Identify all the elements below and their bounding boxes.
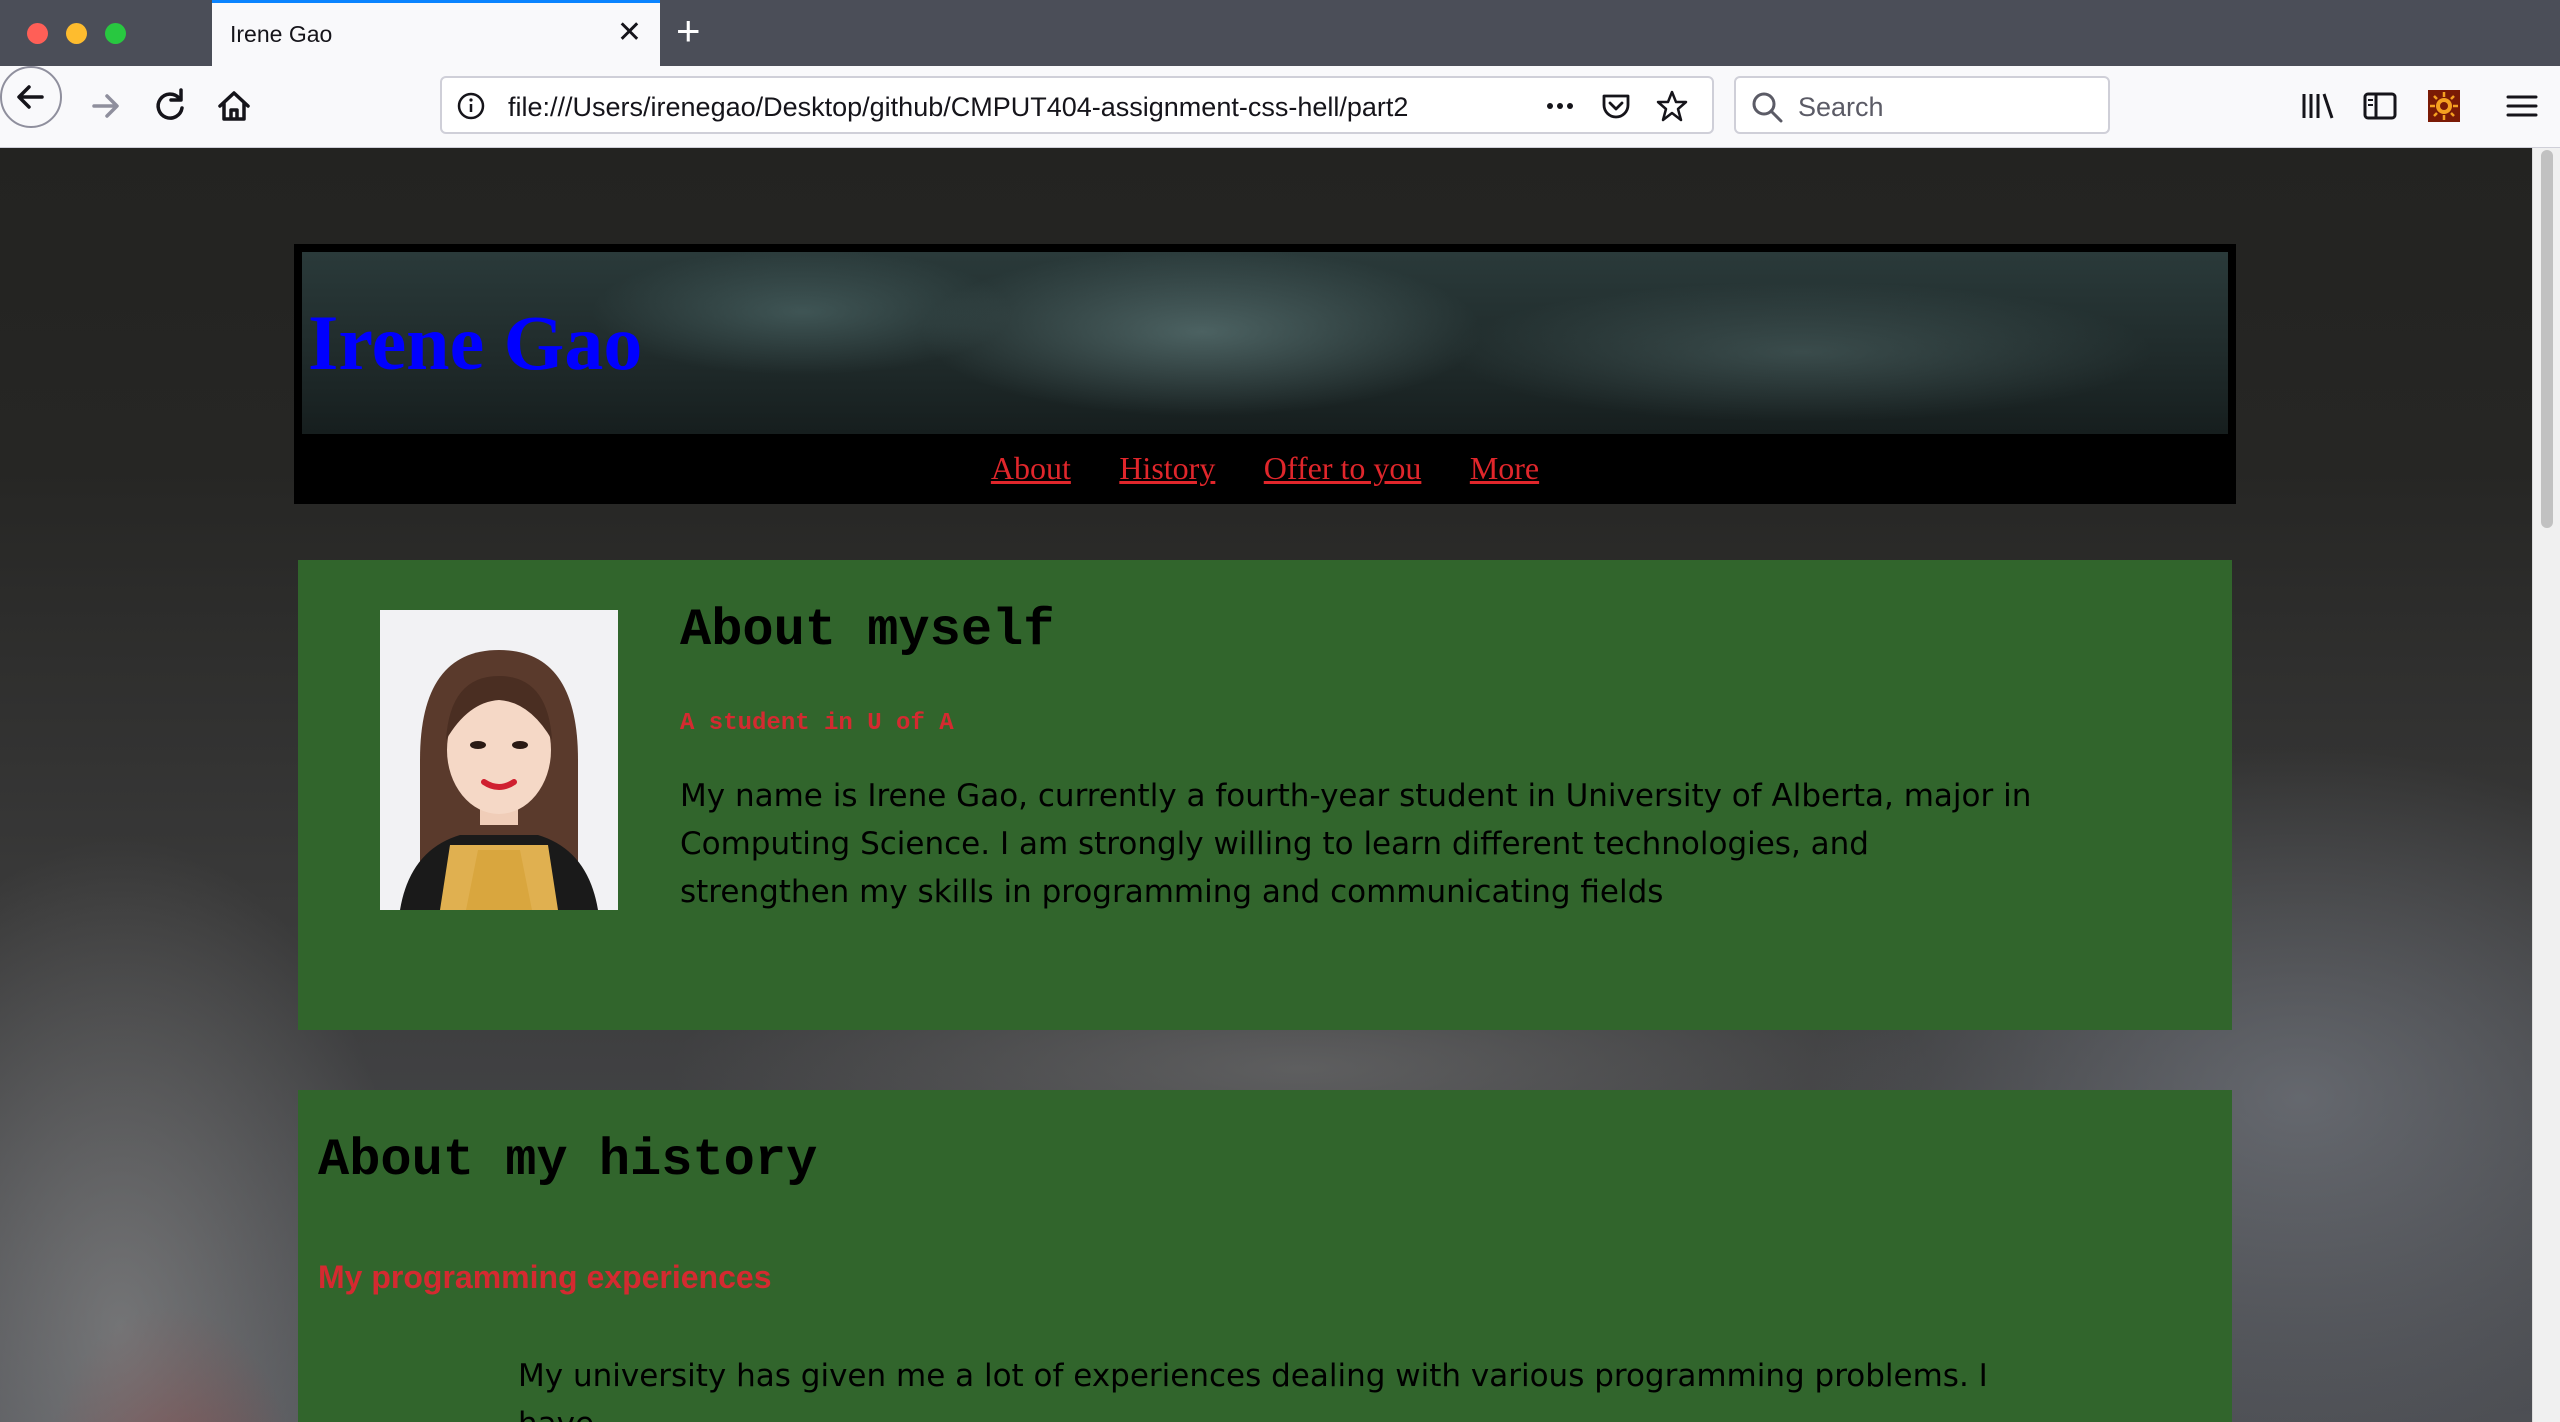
sidebar-icon[interactable] xyxy=(2360,86,2400,126)
about-subheading: A student in U of A xyxy=(680,710,954,737)
pocket-icon[interactable] xyxy=(1598,88,1634,124)
site-title: Irene Gao xyxy=(308,299,643,386)
url-fade xyxy=(1442,86,1522,126)
reload-icon[interactable] xyxy=(140,76,200,136)
about-section: About myself A student in U of A My name… xyxy=(298,560,2232,1030)
about-heading: About myself xyxy=(680,601,1055,660)
window-zoom-button[interactable] xyxy=(105,23,126,44)
history-subheading: My programming experiences xyxy=(318,1259,772,1295)
site-nav: About History Offer to you More xyxy=(298,434,2232,500)
url-text[interactable]: file:///Users/irenegao/Desktop/github/CM… xyxy=(508,92,1508,123)
tab-strip: Irene Gao ✕ + xyxy=(0,0,2560,66)
page-scrollbar[interactable] xyxy=(2532,148,2560,1422)
page-viewport: Irene Gao About History Offer to you Mor… xyxy=(0,148,2532,1422)
window-minimize-button[interactable] xyxy=(66,23,87,44)
new-tab-icon[interactable]: + xyxy=(676,8,701,54)
scrollbar-thumb[interactable] xyxy=(2541,150,2553,528)
tab-close-icon[interactable]: ✕ xyxy=(617,15,642,51)
tab-title: Irene Gao xyxy=(230,21,333,47)
address-bar[interactable]: file:///Users/irenegao/Desktop/github/CM… xyxy=(440,76,1714,134)
navigation-toolbar: file:///Users/irenegao/Desktop/github/CM… xyxy=(0,66,2560,148)
profile-photo xyxy=(380,610,618,910)
search-bar[interactable] xyxy=(1734,76,2110,134)
back-arrow-icon xyxy=(17,85,44,109)
search-icon xyxy=(1752,92,1783,123)
nav-link-offer[interactable]: Offer to you xyxy=(1264,450,1422,486)
nav-link-about[interactable]: About xyxy=(991,450,1071,486)
menu-icon[interactable] xyxy=(2502,86,2542,126)
nav-link-more[interactable]: More xyxy=(1470,450,1539,486)
forward-arrow-icon[interactable] xyxy=(76,76,136,136)
header-banner: Irene Gao xyxy=(302,252,2228,434)
library-icon[interactable] xyxy=(2298,86,2338,126)
extension-icon[interactable] xyxy=(2424,86,2464,126)
search-input[interactable] xyxy=(1796,86,2100,128)
history-heading: About my history xyxy=(318,1131,818,1190)
site-header: Irene Gao About History Offer to you Mor… xyxy=(298,248,2232,500)
home-icon[interactable] xyxy=(204,76,264,136)
info-icon[interactable] xyxy=(456,91,486,121)
window-close-button[interactable] xyxy=(27,23,48,44)
back-button[interactable] xyxy=(0,66,62,128)
bookmark-star-icon[interactable] xyxy=(1654,88,1690,124)
about-paragraph: My name is Irene Gao, currently a fourth… xyxy=(680,778,2032,910)
history-paragraph: My university has given me a lot of expe… xyxy=(518,1358,1988,1422)
history-section: About my history My programming experien… xyxy=(298,1090,2232,1422)
portrait-image xyxy=(380,610,618,910)
page-actions-icon[interactable] xyxy=(1542,88,1578,124)
browser-tab[interactable]: Irene Gao ✕ xyxy=(212,0,660,66)
nav-link-history[interactable]: History xyxy=(1119,450,1215,486)
